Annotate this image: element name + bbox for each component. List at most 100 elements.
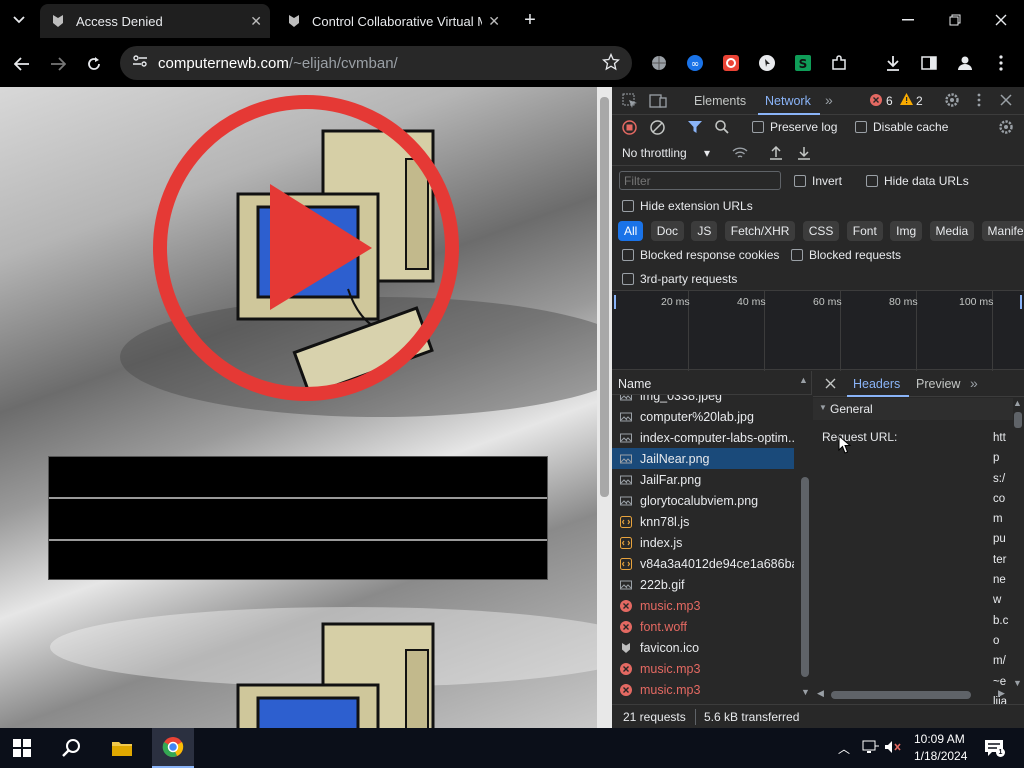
tab-close-icon[interactable]: ✕ (250, 13, 262, 30)
request-row[interactable]: JailNear.png (612, 448, 794, 469)
site-info-icon[interactable] (132, 54, 148, 72)
side-panel-icon[interactable] (920, 54, 938, 72)
taskbar-search-icon[interactable] (60, 736, 84, 760)
request-row[interactable]: music.mp3 (612, 658, 794, 679)
request-row[interactable]: font.woff (612, 616, 794, 637)
tab-control-collaborative[interactable]: Control Collaborative Virtual M ✕ (278, 4, 508, 38)
export-har-icon[interactable] (797, 146, 811, 163)
chip-doc[interactable]: Doc (650, 221, 685, 241)
warning-count-icon[interactable] (900, 93, 913, 108)
cursor-extension-icon[interactable] (758, 54, 776, 72)
name-column-header[interactable]: Name (618, 377, 651, 391)
tab-network[interactable]: Network (765, 94, 811, 108)
blocked-requests-checkbox[interactable] (791, 249, 803, 261)
scroll-down-icon[interactable]: ▼ (801, 687, 810, 697)
device-toolbar-icon[interactable] (649, 93, 667, 112)
clear-icon[interactable] (650, 120, 665, 138)
filter-funnel-icon[interactable] (688, 120, 702, 137)
timeline-handle-left[interactable] (614, 295, 616, 309)
general-section-header[interactable]: ▼ General (813, 398, 1013, 420)
file-explorer-icon[interactable] (110, 736, 134, 760)
tab-access-denied[interactable]: Access Denied ✕ (40, 4, 270, 38)
chrome-taskbar-icon[interactable] (152, 728, 194, 768)
details-horizontal-scrollbar[interactable]: ◀ ▶ (817, 688, 1009, 701)
minimize-icon[interactable] (896, 8, 920, 32)
scroll-right-icon[interactable]: ▶ (998, 688, 1005, 699)
tab-close-icon[interactable]: ✕ (488, 13, 500, 30)
chip-all[interactable]: All (618, 221, 644, 241)
page-scrollbar-thumb[interactable] (600, 97, 609, 497)
timeline-handle-right[interactable] (1020, 295, 1022, 309)
blocked-cookies-checkbox[interactable] (622, 249, 634, 261)
chip-font[interactable]: Font (846, 221, 883, 241)
invert-checkbox[interactable] (794, 175, 806, 187)
settings-gear-icon[interactable] (944, 92, 960, 111)
play-button-icon[interactable] (150, 92, 462, 404)
request-row[interactable]: knn78l.js (612, 511, 794, 532)
record-stop-icon[interactable] (622, 120, 637, 138)
request-row[interactable]: v84a3a4012de94ce1a686ba... (612, 553, 794, 574)
network-conditions-icon[interactable] (732, 146, 748, 163)
throttling-select[interactable]: No throttling ▾ (622, 146, 710, 160)
more-tabs-icon[interactable]: » (825, 92, 833, 108)
volume-muted-icon[interactable] (884, 740, 902, 759)
network-settings-icon[interactable] (998, 119, 1014, 138)
devtools-menu-icon[interactable] (977, 93, 981, 110)
chip-js[interactable]: JS (691, 221, 718, 241)
scroll-left-icon[interactable]: ◀ (817, 688, 824, 699)
scroll-up-icon[interactable]: ▲ (1013, 398, 1022, 408)
record-extension-icon[interactable] (722, 54, 740, 72)
scroll-down-icon[interactable]: ▼ (1013, 678, 1022, 688)
request-row[interactable]: music.mp3 (612, 595, 794, 616)
infinity-extension-icon[interactable]: ∞ (686, 54, 704, 72)
request-row[interactable]: 222b.gif (612, 574, 794, 595)
show-hidden-icons-icon[interactable]: ︿ (838, 740, 850, 757)
disable-cache-checkbox[interactable] (855, 121, 867, 133)
third-party-checkbox[interactable] (622, 273, 634, 285)
chip-media[interactable]: Media (929, 221, 975, 241)
notifications-icon[interactable]: 1 (984, 738, 1005, 763)
inspect-element-icon[interactable] (622, 93, 638, 112)
request-row[interactable]: JailFar.png (612, 469, 794, 490)
clock-time[interactable]: 10:09 AM (914, 732, 965, 746)
more-detail-tabs-icon[interactable]: » (970, 375, 978, 391)
s-extension-icon[interactable]: S (794, 54, 812, 72)
sort-up-icon[interactable]: ▲ (799, 375, 808, 385)
globe-extension-icon[interactable] (650, 54, 668, 72)
timeline-overview[interactable]: 20 ms 40 ms 60 ms 80 ms 100 ms (612, 290, 1024, 371)
details-scroll-thumb[interactable] (1014, 412, 1022, 428)
clock-date[interactable]: 1/18/2024 (914, 749, 967, 763)
new-tab-icon[interactable]: + (518, 8, 542, 32)
request-row[interactable]: music.mp3 (612, 679, 794, 700)
chip-img[interactable]: Img (890, 221, 923, 241)
page-scrollbar[interactable] (597, 87, 612, 728)
extensions-puzzle-icon[interactable] (830, 54, 848, 72)
back-icon[interactable] (10, 52, 34, 76)
request-row[interactable]: computer%20lab.jpg (612, 406, 794, 427)
tab-elements[interactable]: Elements (694, 94, 746, 108)
details-hscroll-thumb[interactable] (831, 691, 971, 699)
request-row[interactable]: img_0338.jpeg (612, 395, 794, 406)
request-row[interactable]: index.js (612, 532, 794, 553)
hide-extension-urls-checkbox[interactable] (622, 200, 634, 212)
chip-css[interactable]: CSS (802, 221, 840, 241)
filter-input[interactable] (619, 171, 781, 190)
forward-icon[interactable] (46, 52, 70, 76)
search-icon[interactable] (715, 120, 729, 137)
tab-headers[interactable]: Headers (853, 377, 900, 391)
request-row[interactable]: favicon.ico (612, 637, 794, 658)
network-tray-icon[interactable] (862, 740, 880, 759)
reload-icon[interactable] (82, 52, 106, 76)
windows-start-icon[interactable] (12, 738, 32, 758)
preserve-log-checkbox[interactable] (752, 121, 764, 133)
close-window-icon[interactable] (989, 8, 1013, 32)
chip-manifest[interactable]: Manifest (981, 221, 1024, 241)
error-count-icon[interactable] (870, 94, 882, 109)
chip-fetch-xhr[interactable]: Fetch/XHR (724, 221, 796, 241)
download-icon[interactable] (884, 54, 902, 72)
chrome-menu-icon[interactable] (992, 54, 1010, 72)
request-list-scroll-thumb[interactable] (801, 477, 809, 677)
hide-data-urls-checkbox[interactable] (866, 175, 878, 187)
profile-avatar-icon[interactable] (956, 54, 974, 72)
request-list-scrollbar[interactable]: ▼ (798, 395, 812, 703)
